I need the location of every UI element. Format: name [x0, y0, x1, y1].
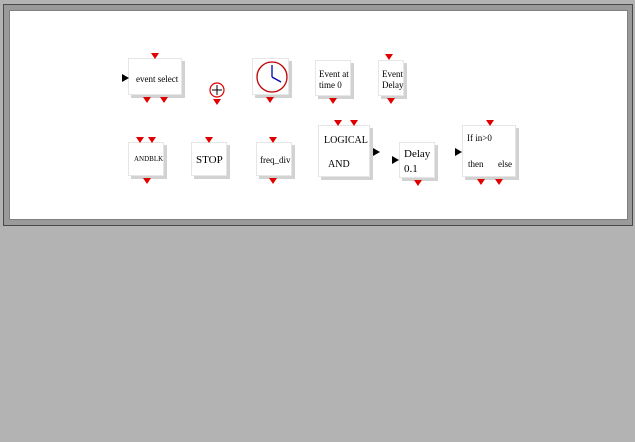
freq-div-block[interactable]: freq_div — [256, 142, 292, 176]
if-then-else-else-label: else — [498, 159, 512, 169]
clock-icon — [256, 61, 288, 93]
event-select-label: event select — [136, 74, 179, 84]
event-at-time-0-block[interactable]: Event at time 0 — [315, 60, 351, 96]
event-delay-input-port[interactable] — [385, 54, 393, 60]
event-sum-block[interactable] — [208, 81, 228, 105]
delay-label-line1: Delay — [404, 148, 431, 160]
if-then-else-event-input-port[interactable] — [486, 120, 494, 126]
stop-label: STOP — [196, 154, 223, 166]
logical-and-label-line1: LOGICAL — [324, 135, 368, 146]
freq-div-event-input-port[interactable] — [269, 137, 277, 143]
andblk-block[interactable]: ANDBLK — [128, 142, 164, 176]
stop-block[interactable]: STOP — [191, 142, 227, 176]
logical-and-block[interactable]: LOGICAL AND — [318, 125, 370, 177]
palette-window: event select Event at time 0 Event Delay… — [3, 4, 633, 226]
delay-input-port[interactable] — [392, 156, 399, 164]
if-then-else-block[interactable]: If in>0 then else — [462, 125, 516, 177]
event-at-time-0-label-line1: Event at — [319, 69, 349, 79]
logical-and-input-port-2[interactable] — [350, 120, 358, 126]
andblk-event-input-port-2[interactable] — [148, 137, 156, 143]
logical-and-input-port-1[interactable] — [334, 120, 342, 126]
andblk-label: ANDBLK — [134, 155, 164, 163]
freq-div-label: freq_div — [260, 155, 291, 165]
clock-event-output-port[interactable] — [266, 97, 274, 103]
if-then-else-regular-input-port[interactable] — [455, 148, 462, 156]
if-then-else-else-output-port[interactable] — [495, 179, 503, 185]
event-delay-label-line2: Delay — [382, 80, 404, 90]
event-delay-block[interactable]: Event Delay — [378, 60, 404, 96]
if-then-else-then-output-port[interactable] — [477, 179, 485, 185]
andblk-event-input-port-1[interactable] — [136, 137, 144, 143]
event-select-regular-input-port[interactable] — [122, 74, 129, 82]
stop-event-input-port[interactable] — [205, 137, 213, 143]
if-then-else-condition-label: If in>0 — [467, 133, 492, 143]
delay-block[interactable]: Delay 0.1 — [399, 142, 435, 178]
event-sum-output-port — [213, 99, 221, 105]
event-delay-label-line1: Event — [382, 69, 403, 79]
event-select-block[interactable]: event select — [128, 58, 182, 95]
event-at-time-0-output-port[interactable] — [329, 98, 337, 104]
delay-output-port[interactable] — [414, 180, 422, 186]
andblk-event-output-port[interactable] — [143, 178, 151, 184]
logical-and-output-port[interactable] — [373, 148, 380, 156]
event-select-event-input-port[interactable] — [151, 53, 159, 59]
diagram-canvas: event select Event at time 0 Event Delay… — [9, 10, 628, 220]
event-select-event-output-port-2[interactable] — [160, 97, 168, 103]
event-at-time-0-label-line2: time 0 — [319, 80, 342, 90]
event-delay-output-port[interactable] — [387, 98, 395, 104]
logical-and-label-line2: AND — [328, 159, 350, 170]
event-select-event-output-port-1[interactable] — [143, 97, 151, 103]
delay-label-line2: 0.1 — [404, 163, 418, 175]
freq-div-event-output-port[interactable] — [269, 178, 277, 184]
clock-block[interactable] — [252, 58, 289, 95]
if-then-else-then-label: then — [468, 159, 484, 169]
